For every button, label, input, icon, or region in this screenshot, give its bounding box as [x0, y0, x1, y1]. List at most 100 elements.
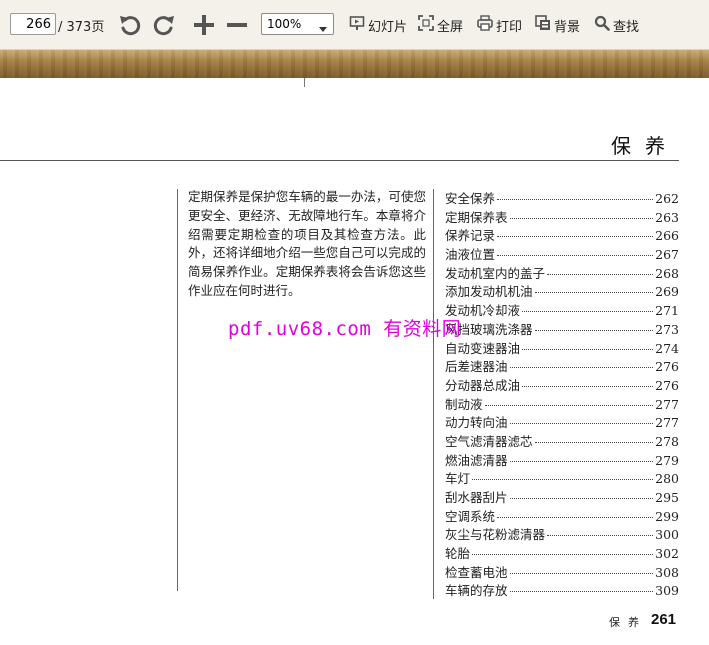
toc-entry-title: 发动机室内的盖子 — [445, 265, 546, 281]
toc-leader-dots — [509, 367, 654, 369]
toc-entry-page: 279 — [655, 452, 679, 468]
slideshow-icon — [349, 15, 365, 35]
toc-leader-dots — [497, 516, 654, 518]
footer-page-number: 261 — [651, 611, 677, 628]
toc-leader-dots — [522, 311, 654, 313]
toc-entry[interactable]: 保养记录 266 — [445, 225, 679, 244]
column-divider-middle — [433, 189, 434, 599]
toc-entry-title: 刮水器刮片 — [445, 490, 508, 505]
toc-leader-dots — [509, 460, 654, 462]
toc-entry[interactable]: 空调系统 299 — [445, 506, 679, 525]
toc-entry-page: 280 — [655, 471, 679, 487]
toc-entry-page: 268 — [655, 265, 679, 281]
toc-entry[interactable]: 风挡玻璃洗涤器 273 — [445, 319, 679, 338]
toc-leader-dots — [484, 404, 654, 406]
toc-entry[interactable]: 灰尘与花粉滤清器 300 — [445, 524, 679, 543]
toc-entry[interactable]: 自动变速器油 274 — [445, 338, 679, 357]
print-button[interactable]: 打印 — [477, 15, 522, 35]
toc-entry-page: 262 — [655, 191, 679, 206]
toc-entry-title: 车灯 — [445, 471, 471, 487]
toc-entry[interactable]: 燃油滤清器 279 — [445, 450, 679, 469]
toc-entry-title: 分动器总成油 — [445, 377, 521, 393]
toc-entry[interactable]: 发动机冷却液 271 — [445, 300, 679, 319]
toc-entry-page: 302 — [655, 546, 679, 562]
toc-entry-page: 274 — [655, 340, 679, 356]
toc-entry-page: 263 — [655, 209, 679, 225]
toc-entry-title: 检查蓄电池 — [445, 564, 508, 580]
page-number-input[interactable] — [10, 13, 56, 35]
toc-entry-title: 空气滤清器滤芯 — [445, 433, 533, 449]
chevron-down-icon — [318, 19, 328, 38]
plus-icon[interactable] — [191, 12, 217, 38]
toc-entry-page: 277 — [655, 415, 679, 431]
zoom-select[interactable]: 100% — [261, 13, 334, 35]
toc-entry-page: 276 — [655, 359, 679, 375]
table-of-contents: 安全保养 262 定期保养表 263 保养记录 266 油液位置 267 发动机室内的盖子 268… — [445, 188, 679, 599]
toc-entry-page: 267 — [655, 247, 679, 263]
fullscreen-icon — [418, 15, 434, 35]
toc-leader-dots — [522, 348, 654, 350]
toc-leader-dots — [534, 441, 654, 443]
toc-entry[interactable]: 轮胎 302 — [445, 543, 679, 562]
toc-entry-page: 299 — [655, 508, 679, 524]
search-button[interactable]: 查找 — [594, 15, 639, 35]
title-rule — [0, 160, 679, 161]
zoom-value: 100% — [267, 17, 302, 31]
toc-leader-dots — [509, 217, 654, 219]
toc-leader-dots — [509, 572, 654, 574]
page-total-label: / 373页 — [58, 20, 105, 35]
watermark: pdf.uv68.com 有资料网 — [228, 318, 462, 340]
toc-entry-page: 266 — [655, 228, 679, 244]
background-icon — [535, 15, 551, 35]
toc-entry-title: 制动液 — [445, 396, 483, 412]
toc-entry[interactable]: 车辆的存放 309 — [445, 580, 679, 599]
section-title: 保养 — [611, 134, 679, 158]
toc-leader-dots — [472, 479, 654, 481]
toc-entry-page: 276 — [655, 377, 679, 393]
toc-entry-title: 灰尘与花粉滤清器 — [445, 527, 546, 543]
toc-entry[interactable]: 刮水器刮片 295 — [445, 487, 679, 506]
footer-section-label: 保养 — [609, 616, 647, 629]
background-button[interactable]: 背景 — [535, 15, 580, 35]
toc-entry-page: 309 — [655, 583, 679, 599]
toc-entry-title: 保养记录 — [445, 228, 496, 244]
toc-entry[interactable]: 制动液 277 — [445, 394, 679, 413]
toc-entry[interactable]: 安全保养 262 — [445, 188, 679, 207]
toc-leader-dots — [497, 255, 654, 257]
toc-entry[interactable]: 车灯 280 — [445, 468, 679, 487]
page-crop-mark — [304, 78, 305, 87]
toc-entry[interactable]: 空气滤清器滤芯 278 — [445, 431, 679, 450]
toc-entry[interactable]: 后差速器油 276 — [445, 356, 679, 375]
viewer-toolbar: / 373页 100% — [0, 0, 709, 50]
toc-leader-dots — [509, 498, 654, 499]
toc-entry-page: 277 — [655, 396, 679, 412]
rotate-cw-icon[interactable] — [151, 12, 177, 38]
background-label: 背景 — [554, 19, 581, 35]
toc-leader-dots — [547, 273, 654, 275]
document-page[interactable]: 保养 定期保养是保护您车辆的最一办法，可使您更安全、更经济、无故障地行车。本章将… — [0, 78, 709, 645]
minus-icon[interactable] — [224, 12, 250, 38]
toc-entry[interactable]: 发动机室内的盖子 268 — [445, 263, 679, 282]
toc-entry[interactable]: 分动器总成油 276 — [445, 375, 679, 394]
toc-entry[interactable]: 添加发动机机油 269 — [445, 281, 679, 300]
fullscreen-button[interactable]: 全屏 — [418, 15, 463, 35]
toc-entry[interactable]: 定期保养表 263 — [445, 207, 679, 226]
slideshow-button[interactable]: 幻灯片 — [349, 15, 407, 35]
toc-entry-title: 后差速器油 — [445, 359, 508, 375]
toc-entry-title: 轮胎 — [445, 546, 471, 562]
column-divider-left — [177, 189, 178, 591]
toc-entry-page: 295 — [655, 490, 679, 505]
toc-entry-title: 车辆的存放 — [445, 583, 508, 599]
toc-entry[interactable]: 油液位置 267 — [445, 244, 679, 263]
toc-leader-dots — [497, 199, 654, 200]
magnifier-icon — [594, 15, 610, 35]
toc-leader-dots — [522, 385, 654, 387]
toc-entry[interactable]: 检查蓄电池 308 — [445, 562, 679, 581]
toc-entry-page: 273 — [655, 321, 679, 337]
toc-entry-page: 271 — [655, 303, 679, 319]
wood-divider — [0, 50, 709, 78]
rotate-ccw-icon[interactable] — [117, 12, 143, 38]
toc-entry-title: 定期保养表 — [445, 209, 508, 225]
toc-entry-title: 动力转向油 — [445, 415, 508, 431]
toc-entry[interactable]: 动力转向油 277 — [445, 412, 679, 431]
